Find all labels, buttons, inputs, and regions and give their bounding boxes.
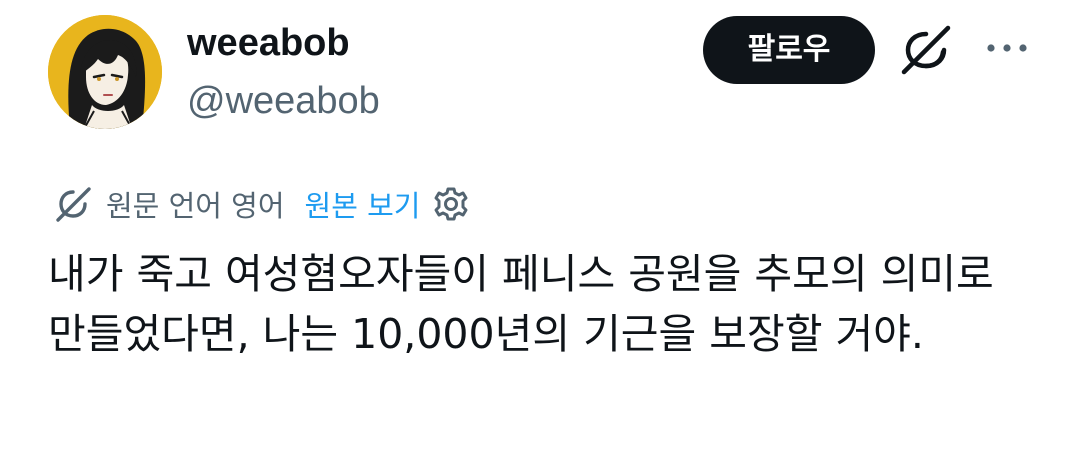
- follow-button[interactable]: 팔로우: [703, 16, 875, 84]
- grok-slash-icon[interactable]: [896, 22, 956, 78]
- display-name[interactable]: weeabob: [187, 20, 350, 66]
- avatar[interactable]: [48, 15, 162, 129]
- more-horizontal-icon[interactable]: [985, 40, 1029, 56]
- translation-source-language: 원문 언어 영어: [106, 189, 285, 223]
- gear-icon[interactable]: [430, 183, 472, 225]
- translate-icon: [52, 183, 94, 225]
- translation-bar: 원문 언어 영어 원본 보기: [52, 180, 472, 228]
- tweet-text: 내가 죽고 여성혐오자들이 페니스 공원을 추모의 의미로 만들었다면, 나는 …: [48, 250, 994, 358]
- view-original-link[interactable]: 원본 보기: [305, 183, 421, 225]
- avatar-illustration: [48, 15, 162, 129]
- user-handle[interactable]: @weeabob: [187, 78, 380, 124]
